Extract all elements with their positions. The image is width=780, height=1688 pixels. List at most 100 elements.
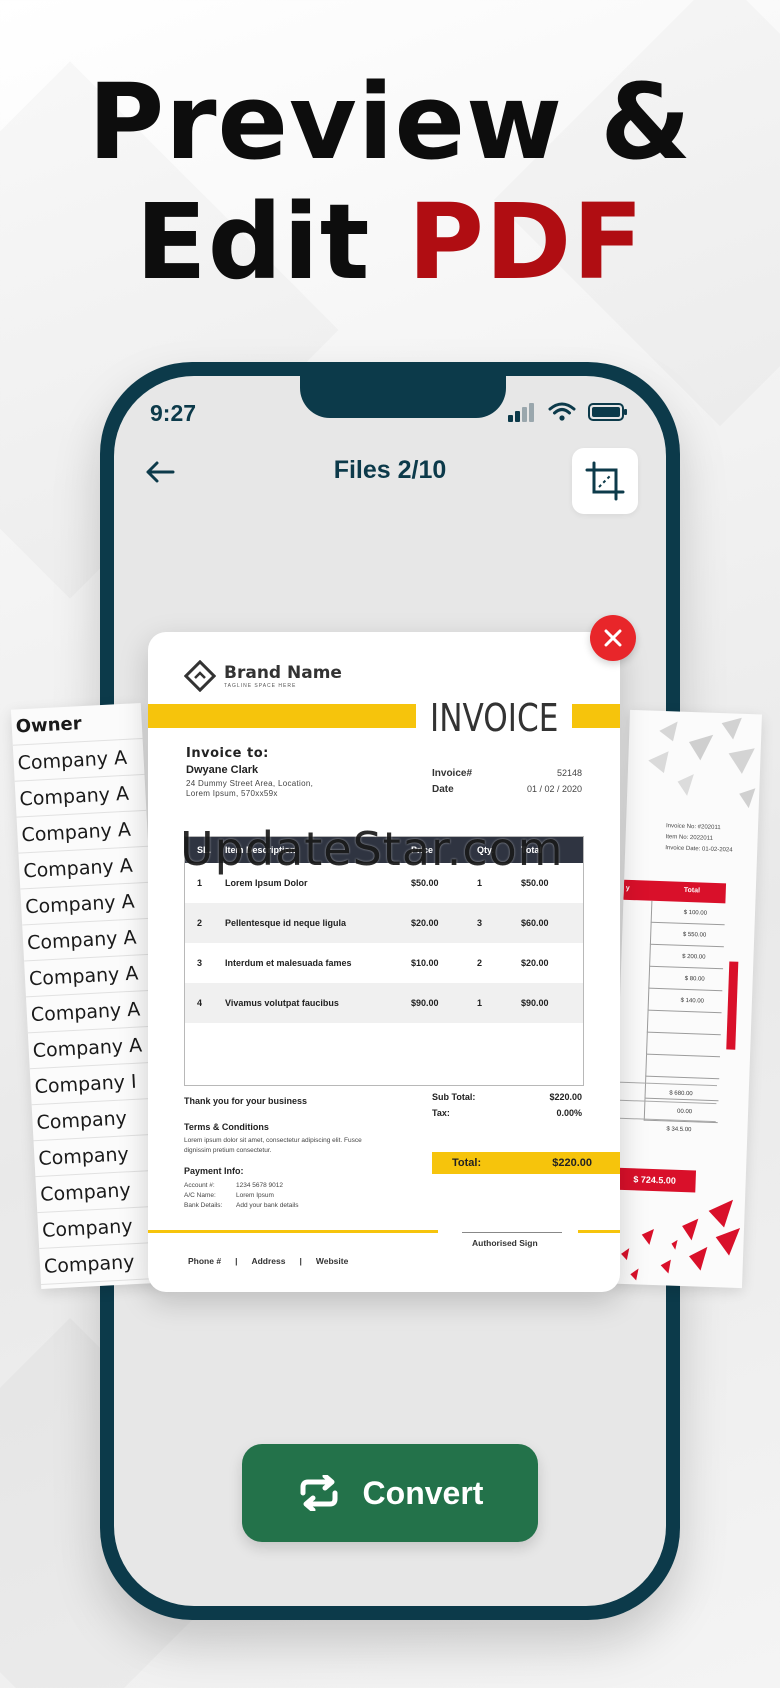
table-row: 2 Pellentesque id neque ligula $20.00 3 $60.… <box>185 903 583 943</box>
cell-total: $20.00 <box>521 958 549 968</box>
totals-block: Sub Total: $220.00 Tax: 0.00% <box>432 1092 582 1124</box>
header-qty: y <box>625 884 630 892</box>
phone-notch <box>300 376 506 418</box>
cell-price: $50.00 <box>411 878 439 888</box>
status-time: 9:27 <box>150 400 197 426</box>
meta-line: Invoice Date: 01-02-2024 <box>665 845 733 854</box>
customer-name: Dwyane Clark <box>186 764 259 776</box>
brand-tagline: TAGLINE SPACE HERE <box>224 683 297 689</box>
next-page-preview[interactable]: Invoice No: #202011 Item No: 2022011 Inv… <box>610 709 762 1289</box>
payment-bank: Bank Details: Add your bank details <box>184 1202 299 1209</box>
terms-text: Lorem ipsum dolor sit amet, consectetur … <box>184 1137 362 1154</box>
header-accent-bar <box>148 704 416 728</box>
customer-address: 24 Dummy Street Area, Location, Lorem Ip… <box>186 779 314 798</box>
sub-total-label: Sub Total: <box>432 1092 476 1102</box>
cell-total: $60.00 <box>521 918 549 928</box>
next-page-summary: $ 680.00 00.00 $ 34.5.00 <box>615 1081 718 1140</box>
invoice-number-label: Invoice# <box>432 768 473 779</box>
cell-price: $90.00 <box>411 998 439 1008</box>
next-page-row <box>646 1010 722 1036</box>
invoice-date: 01 / 02 / 2020 <box>526 784 582 794</box>
cell-sl: 1 <box>197 878 203 888</box>
brand-name: Brand Name <box>224 663 342 683</box>
invoice-date-label: Date <box>432 784 454 795</box>
next-page-row <box>645 1054 720 1080</box>
next-page-grand-total: $ 724.5.00 <box>613 1167 697 1193</box>
cell-description: Pellentesque id neque ligula <box>225 918 347 928</box>
next-page-row: $ 80.00 <box>648 966 724 992</box>
account-value: 1234 5678 9012 <box>236 1182 283 1189</box>
next-page-summary-row: $ 34.5.00 <box>615 1117 716 1140</box>
cell-sl: 2 <box>197 918 203 928</box>
close-icon <box>604 629 622 647</box>
cell-qty: 1 <box>477 998 483 1008</box>
cell-description: Lorem Ipsum Dolor <box>225 878 308 888</box>
header-accent-bar <box>572 704 620 728</box>
footer-contacts: Phone # | Address | Website <box>188 1256 348 1266</box>
next-page-row: $ 100.00 <box>650 900 726 926</box>
cell-description: Interdum et malesuada fames <box>225 958 352 968</box>
status-icons <box>508 402 628 422</box>
headline-line-1: Preview & <box>87 61 692 183</box>
promo-headline: Preview & Edit PDF <box>0 62 780 302</box>
red-triangle-pattern <box>621 1199 741 1281</box>
cell-sl: 4 <box>197 998 203 1008</box>
total-value: $220.00 <box>552 1157 592 1169</box>
crop-icon <box>585 461 625 501</box>
cell-total: $50.00 <box>521 878 549 888</box>
cell-qty: 1 <box>477 878 483 888</box>
convert-label: Convert <box>362 1474 484 1511</box>
table-row: 3 Interdum et malesuada fames $10.00 2 $20.0… <box>185 943 583 983</box>
footer-accent-line <box>148 1230 438 1233</box>
cell-price: $10.00 <box>411 958 439 968</box>
headline-edit: Edit <box>135 181 408 303</box>
next-page-row: $ 140.00 <box>647 988 723 1014</box>
convert-button[interactable]: Convert <box>242 1444 538 1542</box>
bank-value: Add your bank details <box>236 1202 299 1209</box>
thanks-note: Thank you for your business <box>184 1096 308 1106</box>
invoice-meta: Invoice# 52148 Date 01 / 02 / 2020 <box>432 768 582 800</box>
table-row: 4 Vivamus volutpat faucibus $90.00 1 $90.00 <box>185 983 583 1023</box>
brand-block: Brand Name TAGLINE SPACE HERE <box>184 660 342 692</box>
invoice-page-preview[interactable]: Brand Name TAGLINE SPACE HERE INVOICE In… <box>148 632 620 1292</box>
payment-title: Payment Info: <box>184 1166 244 1176</box>
cell-sl: 3 <box>197 958 203 968</box>
ac-name-label: A/C Name: <box>184 1192 216 1199</box>
headline-line-2: Edit PDF <box>0 182 780 302</box>
red-strip <box>726 961 739 1050</box>
close-preview-button[interactable] <box>590 615 636 661</box>
tax-value: 0.00% <box>556 1108 582 1118</box>
authorised-sign: Authorised Sign <box>472 1238 538 1248</box>
ac-name-value: Lorem Ipsum <box>236 1192 274 1199</box>
cell-qty: 3 <box>477 918 483 928</box>
tax-label: Tax: <box>432 1108 450 1118</box>
headline-pdf: PDF <box>407 181 645 303</box>
footer-accent-line <box>578 1230 620 1233</box>
cell-description: Vivamus volutpat faucibus <box>225 998 339 1008</box>
cell-total: $90.00 <box>521 998 549 1008</box>
crop-button[interactable] <box>572 448 638 514</box>
signature-line <box>462 1232 562 1233</box>
footer-separator: | <box>299 1256 302 1266</box>
grand-total-box: Total: $220.00 <box>432 1152 620 1174</box>
invoice-number: 52148 <box>556 768 582 778</box>
header-total: Total <box>683 886 701 895</box>
brand-diamond-icon <box>184 660 216 692</box>
account-label: Account #: <box>184 1182 215 1189</box>
payment-account: Account #: 1234 5678 9012 <box>184 1182 283 1189</box>
footer-phone: Phone # <box>188 1256 222 1266</box>
footer-website: Website <box>315 1256 349 1266</box>
signal-icon <box>508 403 534 422</box>
sub-total-value: $220.00 <box>549 1092 582 1102</box>
company-row: Company A <box>27 1026 160 1070</box>
battery-icon <box>588 403 627 421</box>
next-page-row: $ 200.00 <box>649 944 724 970</box>
footer-address: Address <box>251 1256 286 1266</box>
watermark: UpdateStar.com <box>180 822 564 876</box>
total-label: Total: <box>452 1157 482 1169</box>
next-page-row: $ 550.00 <box>649 922 725 948</box>
repeat-icon <box>300 1475 338 1511</box>
invoice-title: INVOICE <box>430 696 559 740</box>
next-page-meta: Invoice No: #202011 Item No: 2022011 Inv… <box>665 821 734 856</box>
cell-price: $20.00 <box>411 918 439 928</box>
